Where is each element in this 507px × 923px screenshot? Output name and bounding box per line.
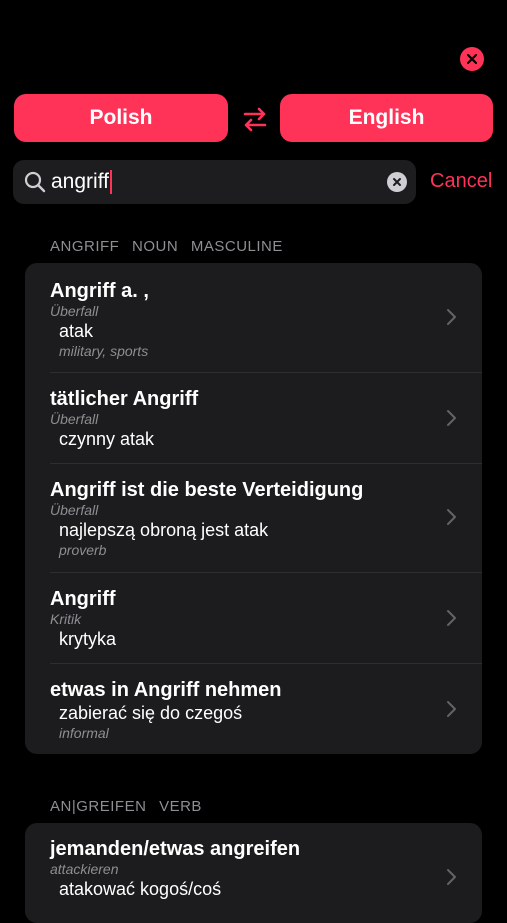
search-query: angriff [51,170,109,193]
entry-title: Angriff a. , [50,280,149,302]
chevron-right-icon [447,869,456,885]
entry-title: Angriff ist die beste Verteidigung [50,479,364,501]
target-language-button[interactable]: English [280,94,493,142]
text-caret [110,170,112,194]
cancel-button[interactable]: Cancel [430,170,492,193]
entry-gloss: Überfall [50,411,99,427]
list-item[interactable]: Angriff ist die beste Verteidigung Überf… [25,463,482,572]
chevron-right-icon [447,509,456,525]
clear-search-button[interactable] [387,172,407,192]
section-header-noun: ANGRIFF NOUN MASCULINE [50,238,291,255]
entry-title: Angriff [50,588,116,610]
entry-translation: atak [59,321,94,341]
chevron-right-icon [447,410,456,426]
entry-note: informal [59,725,109,741]
close-icon [466,53,478,65]
entry-translation: najlepszą obroną jest atak [59,520,269,540]
list-item[interactable]: tätlicher Angriff Überfall czynny atak [25,372,482,463]
section-header-verb: AN|GREIFEN VERB [50,798,210,815]
part-of-speech: NOUN [132,238,179,255]
list-item[interactable]: Angriff a. , Überfall atak military, spo… [25,263,482,372]
entry-title: tätlicher Angriff [50,388,199,410]
search-input[interactable]: angriff [51,170,112,194]
clear-icon [393,178,401,186]
swap-arrows-icon[interactable] [240,104,270,134]
entry-gloss: Überfall [50,303,99,319]
entries-card-verb: jemanden/etwas angreifen attackieren ata… [25,823,482,923]
search-field[interactable]: angriff [13,160,416,204]
entry-translation: atakować kogoś/coś [59,879,222,899]
headword: AN|GREIFEN [50,798,147,815]
entry-title: jemanden/etwas angreifen [50,838,301,860]
chevron-right-icon [447,309,456,325]
entries-card-noun: Angriff a. , Überfall atak military, spo… [25,263,482,754]
entry-gloss: attackieren [50,861,119,877]
entry-gloss: Überfall [50,502,99,518]
close-button[interactable] [460,47,484,71]
entry-note: proverb [59,542,107,558]
list-item[interactable]: Angriff Kritik krytyka [25,572,482,663]
gender: MASCULINE [190,238,283,255]
entry-gloss: Kritik [50,611,82,627]
list-item[interactable]: jemanden/etwas angreifen attackieren ata… [25,823,482,923]
entry-translation: krytyka [59,629,117,649]
chevron-right-icon [447,701,456,717]
chevron-right-icon [447,610,456,626]
part-of-speech: VERB [159,798,202,815]
source-language-button[interactable]: Polish [14,94,228,142]
entry-note: military, sports [59,343,149,359]
search-icon [24,171,46,193]
entry-translation: czynny atak [59,429,155,449]
headword: ANGRIFF [50,238,120,255]
entry-title: etwas in Angriff nehmen [50,679,282,701]
list-item[interactable]: etwas in Angriff nehmen zabierać się do … [25,663,482,754]
entry-translation: zabierać się do czegoś [59,703,243,723]
